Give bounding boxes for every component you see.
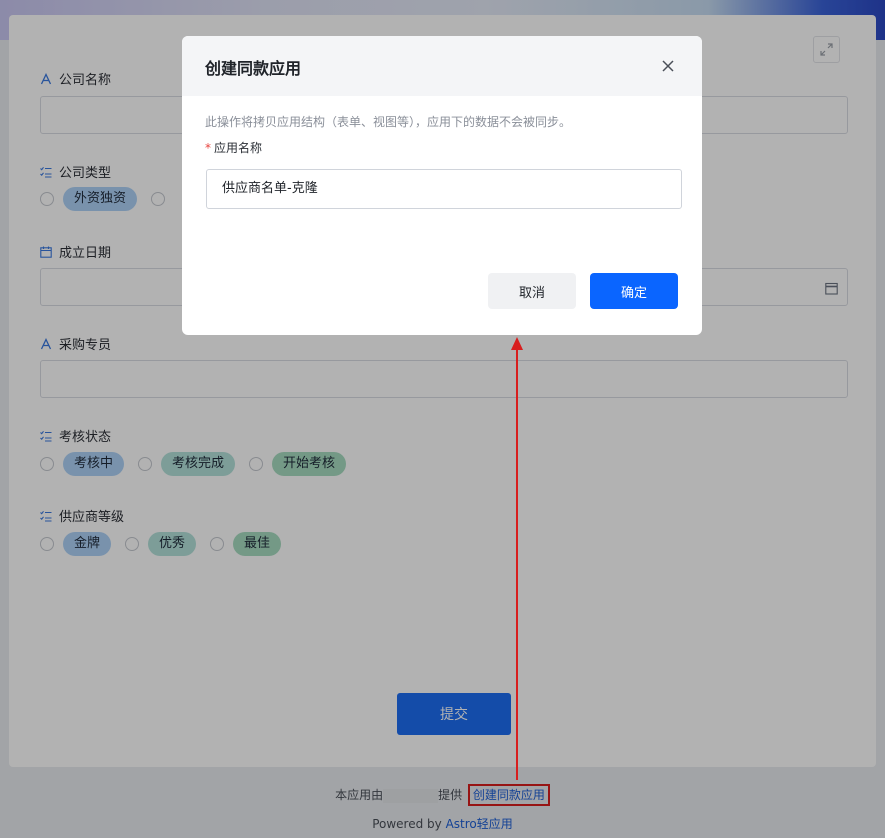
app-name-label: * 应用名称 — [205, 139, 262, 156]
app-name-label-text: 应用名称 — [214, 141, 263, 155]
app-name-input[interactable]: 供应商名单-克隆 — [206, 169, 682, 209]
confirm-button[interactable]: 确定 — [590, 273, 678, 309]
cancel-button[interactable]: 取消 — [488, 273, 576, 309]
close-icon[interactable] — [660, 58, 676, 74]
dialog-title: 创建同款应用 — [205, 59, 302, 78]
create-app-dialog: 创建同款应用 此操作将拷贝应用结构（表单、视图等），应用下的数据不会被同步。 *… — [182, 36, 702, 335]
required-mark: * — [205, 141, 211, 155]
dialog-description: 此操作将拷贝应用结构（表单、视图等），应用下的数据不会被同步。 — [205, 115, 572, 129]
